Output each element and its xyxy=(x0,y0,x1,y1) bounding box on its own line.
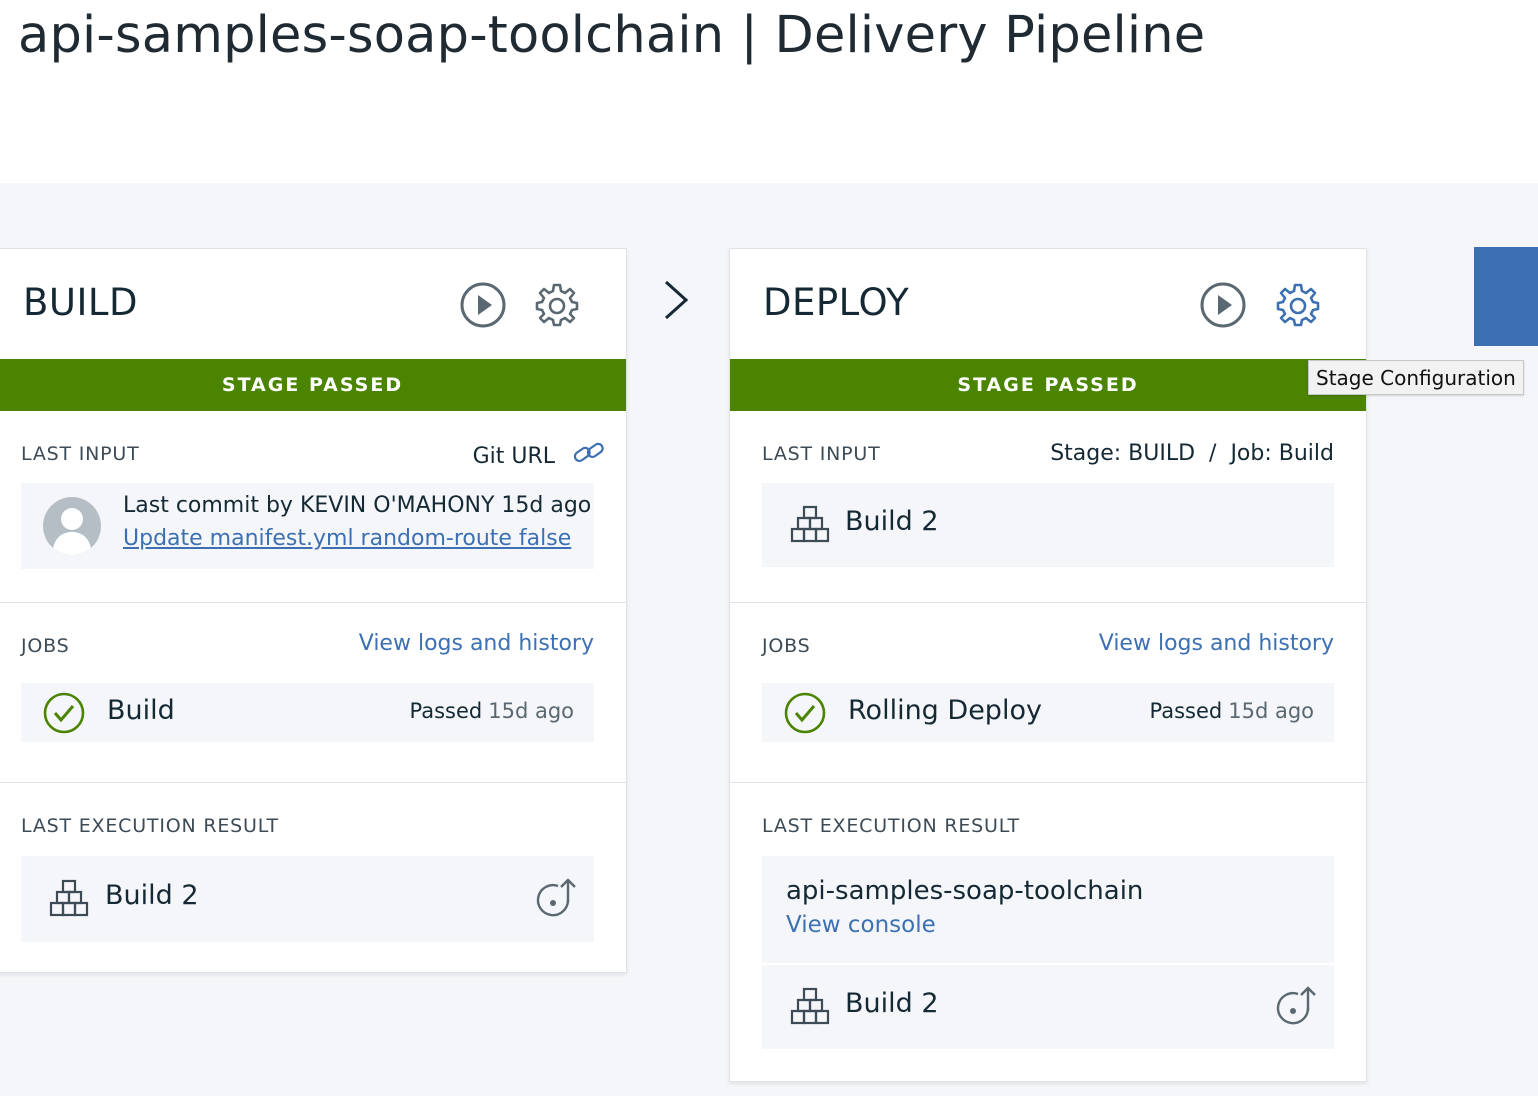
execution-build-tile[interactable]: Build 2 xyxy=(762,965,1334,1049)
view-logs-link[interactable]: View logs and history xyxy=(1099,631,1334,656)
check-circle-icon xyxy=(43,692,85,734)
app-tile: api-samples-soap-toolchain View console xyxy=(762,856,1334,963)
next-stage-card-edge[interactable] xyxy=(1474,247,1538,346)
stage-header: BUILD xyxy=(0,249,626,359)
execution-build-name: Build 2 xyxy=(105,880,199,911)
view-console-link[interactable]: View console xyxy=(786,912,936,938)
stage-configuration-button[interactable] xyxy=(1274,281,1322,329)
last-execution-label: LAST EXECUTION RESULT xyxy=(21,815,279,837)
last-execution-label: LAST EXECUTION RESULT xyxy=(762,815,1020,837)
commit-tile: Last commit by KEVIN O'MAHONY 15d ago Up… xyxy=(21,483,594,569)
job-status: Passed 15d ago xyxy=(1149,699,1314,723)
git-url-label: Git URL xyxy=(472,444,555,469)
execution-build-name: Build 2 xyxy=(845,988,939,1019)
gear-icon xyxy=(1276,283,1320,327)
stage-name: BUILD xyxy=(23,281,138,324)
stage-name: DEPLOY xyxy=(763,281,910,324)
redeploy-icon[interactable] xyxy=(534,876,578,920)
build-blocks-icon xyxy=(790,505,830,543)
stage-status-bar: STAGE PASSED xyxy=(0,359,626,411)
last-input-section: LAST INPUT Git URL Last commit by KEVIN … xyxy=(0,411,626,602)
last-execution-section: LAST EXECUTION RESULT api-samples-soap-t… xyxy=(730,782,1366,1082)
gear-icon xyxy=(535,283,579,327)
commit-message-link[interactable]: Update manifest.yml random-route false xyxy=(123,526,571,551)
build-blocks-icon xyxy=(49,879,89,917)
input-build-tile: Build 2 xyxy=(762,483,1334,567)
job-row[interactable]: Build Passed 15d ago xyxy=(21,683,594,742)
chevron-right-icon xyxy=(664,280,689,320)
view-logs-link[interactable]: View logs and history xyxy=(359,631,594,656)
page-title: api-samples-soap-toolchain | Delivery Pi… xyxy=(18,6,1206,65)
stage-card-deploy: DEPLOY STAGE PASSED LAST INPUT Stage: BU… xyxy=(729,248,1367,1082)
check-circle-icon xyxy=(784,692,826,734)
stage-card-build: BUILD STAGE PASSED LAST INPUT Git URL La… xyxy=(0,248,627,973)
build-blocks-icon xyxy=(790,987,830,1025)
last-input-section: LAST INPUT Stage: BUILD / Job: Build Bui… xyxy=(730,411,1366,602)
last-input-label: LAST INPUT xyxy=(21,443,140,465)
git-url-link[interactable]: Git URL xyxy=(473,441,606,469)
app-name: api-samples-soap-toolchain xyxy=(786,876,1144,906)
commit-author-line: Last commit by KEVIN O'MAHONY 15d ago xyxy=(123,493,592,518)
job-name: Build xyxy=(107,695,175,726)
jobs-section: JOBS View logs and history Rolling Deplo… xyxy=(730,602,1366,782)
run-stage-button[interactable] xyxy=(459,281,507,329)
last-execution-section: LAST EXECUTION RESULT Build 2 xyxy=(0,782,626,973)
execution-build-tile[interactable]: Build 2 xyxy=(21,856,594,942)
stage-configuration-tooltip: Stage Configuration xyxy=(1308,360,1524,395)
avatar xyxy=(43,497,101,555)
link-icon xyxy=(573,442,604,463)
play-icon xyxy=(1200,282,1246,328)
stage-configuration-button[interactable] xyxy=(533,281,581,329)
redeploy-icon[interactable] xyxy=(1274,984,1318,1028)
job-status: Passed 15d ago xyxy=(409,699,574,723)
run-stage-button[interactable] xyxy=(1199,281,1247,329)
stage-status-bar: STAGE PASSED xyxy=(730,359,1366,411)
jobs-label: JOBS xyxy=(21,635,70,657)
job-name: Rolling Deploy xyxy=(848,695,1042,726)
jobs-label: JOBS xyxy=(762,635,811,657)
input-build-name: Build 2 xyxy=(845,506,939,537)
job-row[interactable]: Rolling Deploy Passed 15d ago xyxy=(762,683,1334,742)
input-source: Stage: BUILD / Job: Build xyxy=(1050,441,1334,466)
stage-header: DEPLOY xyxy=(730,249,1366,359)
play-icon xyxy=(460,282,506,328)
last-input-label: LAST INPUT xyxy=(762,443,881,465)
jobs-section: JOBS View logs and history Build Passed 1… xyxy=(0,602,626,782)
